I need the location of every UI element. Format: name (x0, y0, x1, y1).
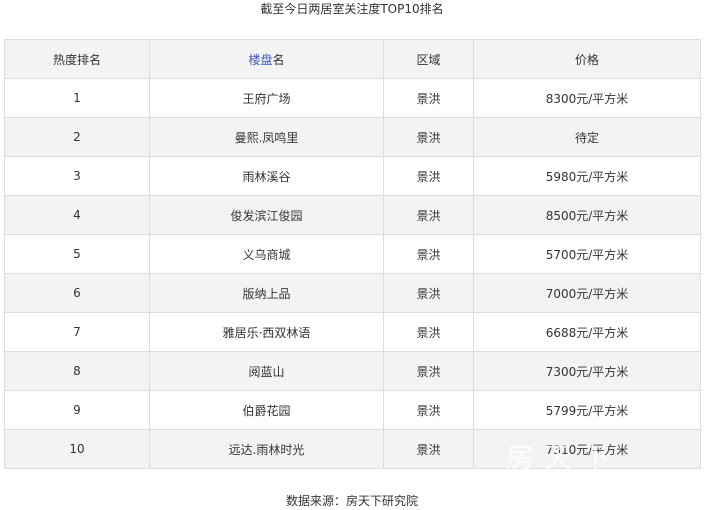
table-row: 5 义乌商城 景洪 5700元/平方米 (4, 234, 701, 274)
area-cell: 景洪 (383, 156, 474, 196)
header-name-link[interactable]: 楼盘 (248, 53, 272, 67)
ranking-table: 热度排名 楼盘名 区域 价格 1 王府广场 景洪 8300元/平方米 2 曼熙.… (4, 39, 701, 469)
area-cell: 景洪 (383, 429, 474, 469)
table-row: 3 雨林溪谷 景洪 5980元/平方米 (4, 156, 701, 196)
project-name-cell: 远达.雨林时光 (149, 429, 384, 469)
header-name-suffix: 名 (272, 52, 285, 67)
rank-cell: 9 (4, 390, 150, 430)
table-header-row: 热度排名 楼盘名 区域 价格 (4, 39, 701, 79)
header-area: 区域 (383, 39, 474, 79)
project-name-cell: 雅居乐·西双林语 (149, 312, 384, 352)
rank-cell: 5 (4, 234, 150, 274)
header-name: 楼盘名 (149, 39, 384, 79)
project-name-cell: 雨林溪谷 (149, 156, 384, 196)
project-name-cell: 版纳上品 (149, 273, 384, 313)
project-name-cell: 俊发滨江俊园 (149, 195, 384, 235)
price-cell: 5700元/平方米 (473, 234, 701, 274)
price-cell: 8500元/平方米 (473, 195, 701, 235)
rank-cell: 4 (4, 195, 150, 235)
table-caption: 截至今日两居室关注度TOP10排名 (260, 2, 444, 16)
table-row: 10 远达.雨林时光 景洪 7310元/平方米 (4, 429, 701, 469)
project-name-cell: 王府广场 (149, 78, 384, 118)
price-cell: 5980元/平方米 (473, 156, 701, 196)
price-cell: 5799元/平方米 (473, 390, 701, 430)
area-cell: 景洪 (383, 234, 474, 274)
rank-cell: 8 (4, 351, 150, 391)
header-price: 价格 (473, 39, 701, 79)
rank-cell: 7 (4, 312, 150, 352)
rank-cell: 3 (4, 156, 150, 196)
rank-cell: 2 (4, 117, 150, 157)
header-rank: 热度排名 (4, 39, 150, 79)
area-cell: 景洪 (383, 312, 474, 352)
table-row: 2 曼熙.凤鸣里 景洪 待定 (4, 117, 701, 157)
price-cell: 6688元/平方米 (473, 312, 701, 352)
rank-cell: 1 (4, 78, 150, 118)
project-name-cell: 伯爵花园 (149, 390, 384, 430)
rank-cell: 6 (4, 273, 150, 313)
project-name-cell: 义乌商城 (149, 234, 384, 274)
area-cell: 景洪 (383, 351, 474, 391)
table-row: 9 伯爵花园 景洪 5799元/平方米 (4, 390, 701, 430)
price-cell: 待定 (473, 117, 701, 157)
project-name-cell: 阅蓝山 (149, 351, 384, 391)
rank-cell: 10 (4, 429, 150, 469)
table-row: 1 王府广场 景洪 8300元/平方米 (4, 78, 701, 118)
table-row: 4 俊发滨江俊园 景洪 8500元/平方米 (4, 195, 701, 235)
area-cell: 景洪 (383, 390, 474, 430)
area-cell: 景洪 (383, 273, 474, 313)
table-row: 7 雅居乐·西双林语 景洪 6688元/平方米 (4, 312, 701, 352)
project-name-cell: 曼熙.凤鸣里 (149, 117, 384, 157)
area-cell: 景洪 (383, 78, 474, 118)
data-source-note: 数据来源：房天下研究院 (285, 494, 418, 508)
area-cell: 景洪 (383, 117, 474, 157)
table-row: 6 版纳上品 景洪 7000元/平方米 (4, 273, 701, 313)
price-cell: 7310元/平方米 (473, 429, 701, 469)
price-cell: 7000元/平方米 (473, 273, 701, 313)
price-cell: 7300元/平方米 (473, 351, 701, 391)
table-row: 8 阅蓝山 景洪 7300元/平方米 (4, 351, 701, 391)
price-cell: 8300元/平方米 (473, 78, 701, 118)
area-cell: 景洪 (383, 195, 474, 235)
